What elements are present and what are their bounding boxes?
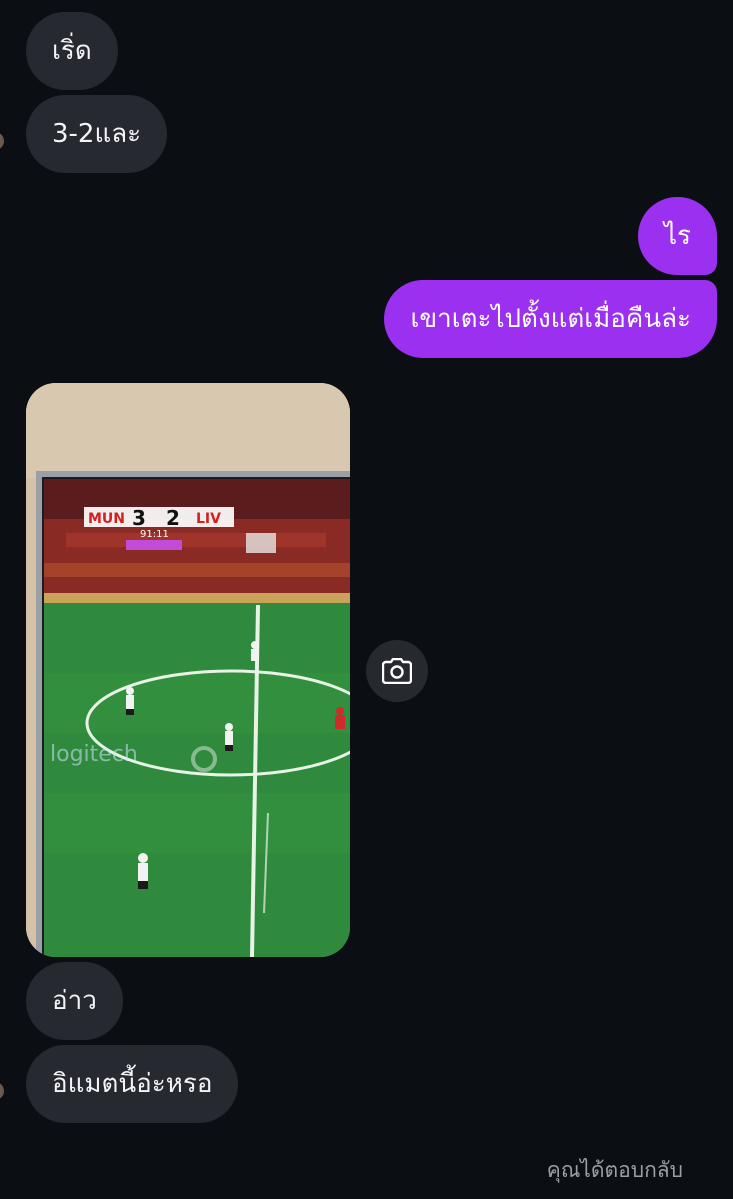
incoming-message-bubble[interactable]: อ่าว [26, 962, 123, 1040]
message-text: 3-2และ [52, 119, 142, 149]
message-text: อิแมตนี้อ่ะหรอ [52, 1069, 213, 1099]
scoreboard-away-score: 2 [166, 506, 180, 530]
sender-avatar[interactable] [0, 1082, 4, 1100]
incoming-message-bubble[interactable]: เริ่ด [26, 12, 118, 90]
sender-avatar[interactable] [0, 132, 4, 150]
scoreboard-home-score: 3 [132, 506, 146, 530]
message-text: ไร [663, 221, 691, 251]
photo-message[interactable]: MUN 3 2 LIV 91:11 logitech [26, 383, 350, 957]
camera-icon [382, 658, 412, 684]
camera-button[interactable] [366, 640, 428, 702]
tv-screen-photo: MUN 3 2 LIV 91:11 logitech [26, 383, 350, 957]
outgoing-message-bubble[interactable]: เขาเตะไปตั้งแต่เมื่อคืนล่ะ [384, 280, 717, 358]
scoreboard-home: MUN [88, 511, 125, 527]
sponsor-board: logitech [50, 742, 138, 767]
outgoing-message-bubble[interactable]: ไร [637, 197, 717, 275]
scoreboard-clock: 91:11 [140, 529, 169, 540]
reply-status-text: คุณได้ตอบกลับ [546, 1158, 683, 1182]
scoreboard-away: LIV [196, 511, 221, 527]
incoming-message-bubble[interactable]: อิแมตนี้อ่ะหรอ [26, 1045, 239, 1123]
incoming-message-bubble[interactable]: 3-2และ [26, 95, 168, 173]
message-text: เริ่ด [52, 36, 92, 66]
message-text: เขาเตะไปตั้งแต่เมื่อคืนล่ะ [410, 304, 691, 334]
message-text: อ่าว [52, 986, 97, 1016]
